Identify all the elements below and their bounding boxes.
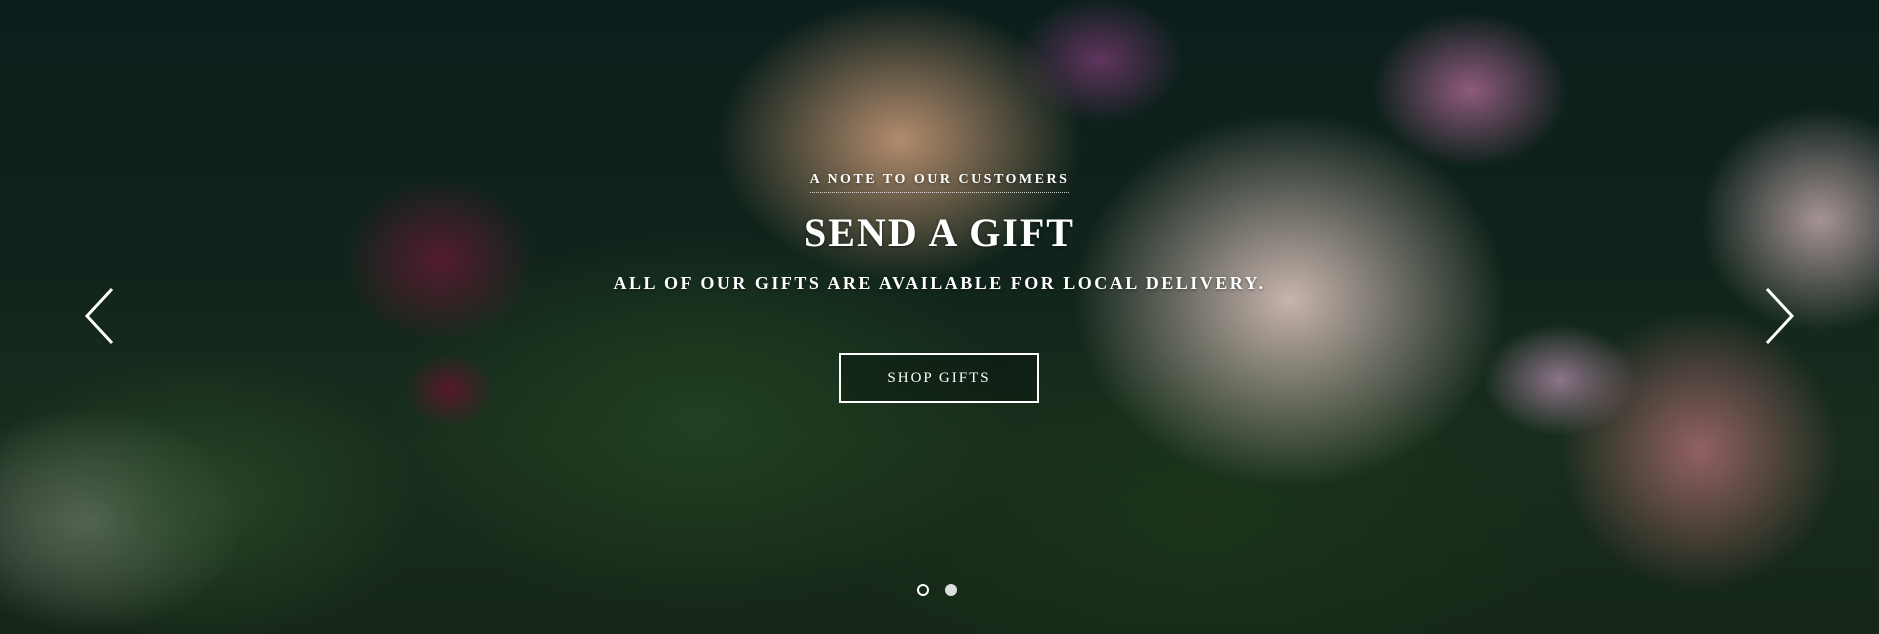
shop-gifts-button[interactable]: SHOP GIFTS	[839, 353, 1039, 403]
slide-title: SEND A GIFT	[804, 210, 1075, 255]
hero-background-image	[0, 0, 1879, 634]
slide-pagination	[917, 584, 957, 596]
chevron-right-icon	[1765, 287, 1795, 345]
slide-subtitle: ALL OF OUR GIFTS ARE AVAILABLE FOR LOCAL…	[613, 273, 1266, 293]
slide-dot-1[interactable]	[917, 584, 929, 596]
slide-eyebrow: A NOTE TO OUR CUSTOMERS	[809, 172, 1070, 193]
slide-dot-2[interactable]	[945, 584, 957, 596]
hero-slider: A NOTE TO OUR CUSTOMERS SEND A GIFT ALL …	[0, 0, 1879, 634]
chevron-left-icon	[84, 287, 114, 345]
next-slide-button[interactable]	[1757, 286, 1797, 346]
slide-caption: A NOTE TO OUR CUSTOMERS SEND A GIFT ALL …	[0, 170, 1879, 294]
previous-slide-button[interactable]	[82, 286, 122, 346]
